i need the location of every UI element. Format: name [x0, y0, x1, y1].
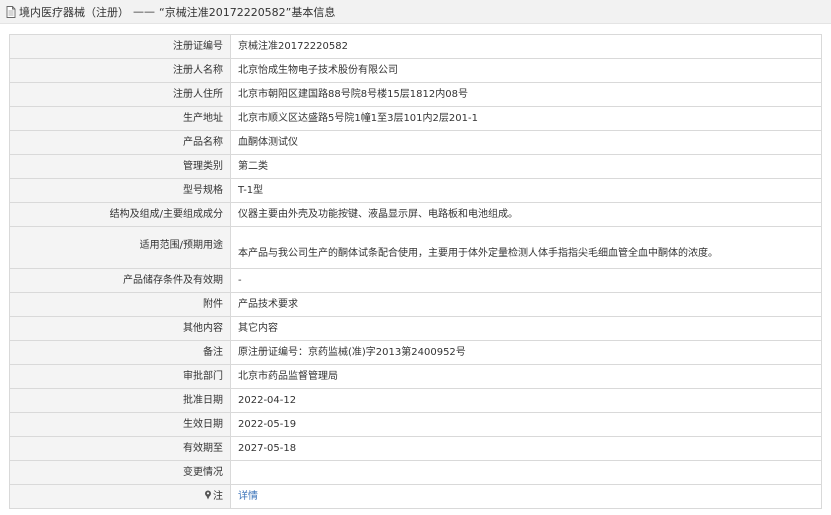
row-value: 京械注准20172220582 — [230, 34, 822, 59]
row-label: 注 — [213, 491, 223, 502]
row-label: 产品储存条件及有效期 — [9, 268, 231, 293]
row-label: 生产地址 — [9, 106, 231, 131]
table-row: 变更情况 — [9, 460, 822, 485]
row-label: 变更情况 — [9, 460, 231, 485]
row-label: 注册证编号 — [9, 34, 231, 59]
row-value: 其它内容 — [230, 316, 822, 341]
row-value: 2022-05-19 — [230, 412, 822, 437]
table-row: 注册人名称 北京怡成生物电子技术股份有限公司 — [9, 58, 822, 83]
row-label: 其他内容 — [9, 316, 231, 341]
table-row: 注册人住所 北京市朝阳区建国路88号院8号楼15层1812内08号 — [9, 82, 822, 107]
row-value: 北京怡成生物电子技术股份有限公司 — [230, 58, 822, 83]
table-row: 产品储存条件及有效期 - — [9, 268, 822, 293]
details-link[interactable]: 详情 — [238, 491, 258, 502]
row-label: 批准日期 — [9, 388, 231, 413]
row-label: 审批部门 — [9, 364, 231, 389]
row-value: 2027-05-18 — [230, 436, 822, 461]
table-row: 适用范围/预期用途 本产品与我公司生产的酮体试条配合使用，主要用于体外定量检测人… — [9, 226, 822, 269]
row-value: 仪器主要由外壳及功能按键、液晶显示屏、电路板和电池组成。 — [230, 202, 822, 227]
row-value: 第二类 — [230, 154, 822, 179]
row-value: 北京市顺义区达盛路5号院1幢1至3层101内2层201-1 — [230, 106, 822, 131]
row-value: T-1型 — [230, 178, 822, 203]
pin-icon — [205, 490, 211, 500]
note-value-cell: 详情 — [230, 484, 822, 509]
note-label-cell: 注 — [9, 484, 231, 509]
row-value: - — [230, 268, 822, 293]
table-row: 管理类别 第二类 — [9, 154, 822, 179]
header-separator: —— — [133, 5, 155, 18]
info-table: 注册证编号 京械注准20172220582 注册人名称 北京怡成生物电子技术股份… — [9, 34, 822, 509]
table-row: 结构及组成/主要组成成分 仪器主要由外壳及功能按键、液晶显示屏、电路板和电池组成… — [9, 202, 822, 227]
table-row: 生产地址 北京市顺义区达盛路5号院1幢1至3层101内2层201-1 — [9, 106, 822, 131]
table-row: 型号规格 T-1型 — [9, 178, 822, 203]
row-value: 产品技术要求 — [230, 292, 822, 317]
row-value: 北京市药品监督管理局 — [230, 364, 822, 389]
row-label: 注册人名称 — [9, 58, 231, 83]
table-row: 生效日期 2022-05-19 — [9, 412, 822, 437]
row-value: 北京市朝阳区建国路88号院8号楼15层1812内08号 — [230, 82, 822, 107]
row-value — [230, 460, 822, 485]
table-row: 批准日期 2022-04-12 — [9, 388, 822, 413]
row-label: 备注 — [9, 340, 231, 365]
table-row: 备注 原注册证编号：京药监械(准)字2013第2400952号 — [9, 340, 822, 365]
row-value: 原注册证编号：京药监械(准)字2013第2400952号 — [230, 340, 822, 365]
document-icon — [6, 5, 16, 18]
row-label: 结构及组成/主要组成成分 — [9, 202, 231, 227]
row-label: 附件 — [9, 292, 231, 317]
row-value: 2022-04-12 — [230, 388, 822, 413]
row-value: 本产品与我公司生产的酮体试条配合使用，主要用于体外定量检测人体手指指尖毛细血管全… — [230, 226, 822, 269]
row-label: 适用范围/预期用途 — [9, 226, 231, 269]
row-label: 型号规格 — [9, 178, 231, 203]
row-label: 管理类别 — [9, 154, 231, 179]
table-row: 注册证编号 京械注准20172220582 — [9, 34, 822, 59]
table-row: 注 详情 — [9, 484, 822, 509]
row-label: 有效期至 — [9, 436, 231, 461]
row-label: 产品名称 — [9, 130, 231, 155]
page-header: 境内医疗器械（注册） —— “京械注准20172220582”基本信息 — [0, 0, 831, 24]
table-row: 附件 产品技术要求 — [9, 292, 822, 317]
table-row: 产品名称 血酮体测试仪 — [9, 130, 822, 155]
row-label: 生效日期 — [9, 412, 231, 437]
table-row: 有效期至 2027-05-18 — [9, 436, 822, 461]
table-row: 其他内容 其它内容 — [9, 316, 822, 341]
header-record-title: “京械注准20172220582”基本信息 — [159, 5, 336, 19]
row-label: 注册人住所 — [9, 82, 231, 107]
row-value: 血酮体测试仪 — [230, 130, 822, 155]
header-category: 境内医疗器械（注册） — [19, 5, 129, 19]
table-row: 审批部门 北京市药品监督管理局 — [9, 364, 822, 389]
